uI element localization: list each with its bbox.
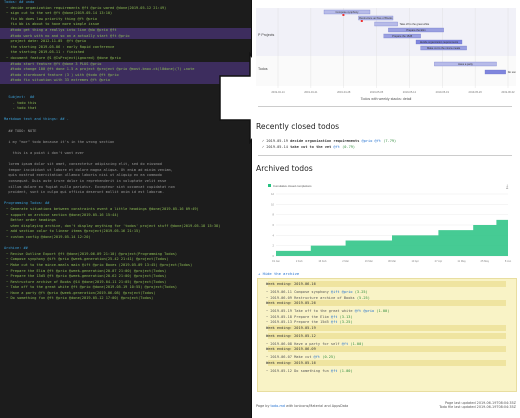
archive-block: Week ending: 2019-06-16 ~ 2019-06-11 Com… (257, 278, 517, 392)
archived-todo-item: ~ 2019-06-09 Restructure archive of Book… (266, 295, 370, 300)
gantt-bar-label: Do something fun (508, 70, 516, 74)
gantt-caption: Todos with weekly stacks: detail (361, 97, 412, 101)
closed-todo-item: ✓ 2019-05-14 take cut to the vet @ft (0.… (262, 145, 356, 149)
chart-x-tick: 8 Jun (505, 259, 512, 263)
footer-updated: Page last updated 2019-06-19T08:04:35Z T… (439, 401, 516, 409)
gantt-bar-label: Have a party (458, 62, 473, 66)
gantt-bar-label: Compose synphony (336, 10, 360, 14)
week-header: Week ending: 2019-05-19 (266, 325, 316, 330)
gantt-x-tick: 2019-05-05 (370, 90, 384, 94)
chart-x-tick: 2 Mar (342, 259, 349, 263)
closed-todo-item: ✓ 2019-05-19 decide organization require… (262, 139, 397, 143)
archive-chart: Cumulative closed completions ⤓1210864201… (258, 182, 514, 267)
gantt-x-tick: 2019-04-28 (337, 90, 351, 94)
editor-pane[interactable]: Todos: ## undo ~ decide organization req… (0, 0, 251, 418)
legend-label: Cumulative closed completions (273, 184, 312, 188)
editor-line[interactable]: ~ Do something fun @ft @prio @done(2019-… (0, 296, 251, 302)
gantt-x-tick: 2019-05-12 (403, 90, 417, 94)
hide-archive-link[interactable]: + Hide the archive (258, 271, 299, 276)
gantt-bar-label: Take off to the great white (400, 22, 430, 26)
gantt-bar-label: decide organization requirements (420, 40, 459, 44)
gantt-section-label-2: Todos (258, 67, 268, 71)
closed-todos-title: Recently closed todos (256, 122, 340, 131)
chart-x-tick: 25 May (481, 259, 490, 263)
week-header: Week ending: 2019-06-16 (266, 282, 316, 286)
chart-x-tick: 13 Apr (411, 259, 419, 263)
week-header: Week ending: 2019-05-26 (266, 301, 316, 305)
chart-x-tick: 30 Mar (388, 259, 396, 263)
gantt-section-label: P Projects (258, 33, 275, 37)
gantt-milestone (360, 20, 363, 22)
archived-todo-item: ~ 2019-06-08 Have a party for self @ft (… (266, 341, 364, 346)
chart-x-tick: 16 Feb (318, 259, 327, 263)
gantt-bar (484, 69, 506, 75)
gantt-x-tick: 2019-05-19 (436, 90, 450, 94)
gantt-milestone (342, 14, 345, 16)
gantt-chart: P Projects Todos Compose synphony Restruc… (256, 6, 516, 102)
chart-x-tick: 16 Mar (365, 259, 373, 263)
archived-todo-item: ~ 2019-05-18 Prepare the Elim @ft (3.13) (266, 314, 353, 319)
archived-todo-item: ~ 2019-05-12 Do something fun @ft (1.00) (266, 368, 353, 373)
week-header: Week ending: 2019-05-12 (266, 333, 316, 338)
rendered-document: P Projects Todos Compose synphony Restruc… (252, 0, 520, 418)
gantt-bar-label: Prepare the 15d5 (392, 34, 413, 38)
divider (258, 155, 512, 156)
gantt-bar (374, 21, 398, 27)
chart-x-tick: 19 Jan (272, 259, 280, 263)
week-header: Week ending: 2019-06-09 (266, 347, 316, 351)
archived-todo-item: ~ 2019-06-11 Compose synphony @ift @prio… (266, 290, 368, 294)
gantt-x-tick: 2019-04-21 (304, 90, 318, 94)
archived-todos-title: Archived todos (256, 164, 313, 173)
gantt-bar-label: Prepare the Elim (406, 28, 425, 32)
gantt-x-tick: 2019-06-02 (501, 90, 515, 94)
archived-todo-item: ~ 2019-06-07 Make cut @ft (0.25) (266, 355, 336, 359)
gantt-x-tick: 2019-04-14 (271, 90, 285, 94)
archived-todo-item: ~ 2019-05-19 Take off to the great white… (266, 309, 390, 313)
archived-todo-item: ~ 2019-05-13 Prepare the 15d5 @ft (3.25) (266, 320, 353, 324)
divider (258, 106, 512, 107)
footer-link[interactable]: todo-md (271, 404, 285, 408)
footer-credit: Page by todo-md with Ionicons/Material a… (256, 404, 349, 408)
gantt-bar-label: Make cut to the mince-meals (427, 46, 461, 50)
chart-x-tick: 11 May (457, 259, 466, 263)
legend-swatch (268, 184, 271, 187)
chart-x-tick: 27 Apr (435, 259, 443, 263)
week-header: Week ending: 2019-05-16 (266, 360, 316, 365)
gantt-x-tick: 2019-05-26 (469, 90, 483, 94)
chart-x-tick: 2 Feb (296, 259, 303, 263)
gantt-bar-label: Restructure archive of Books (359, 16, 393, 20)
